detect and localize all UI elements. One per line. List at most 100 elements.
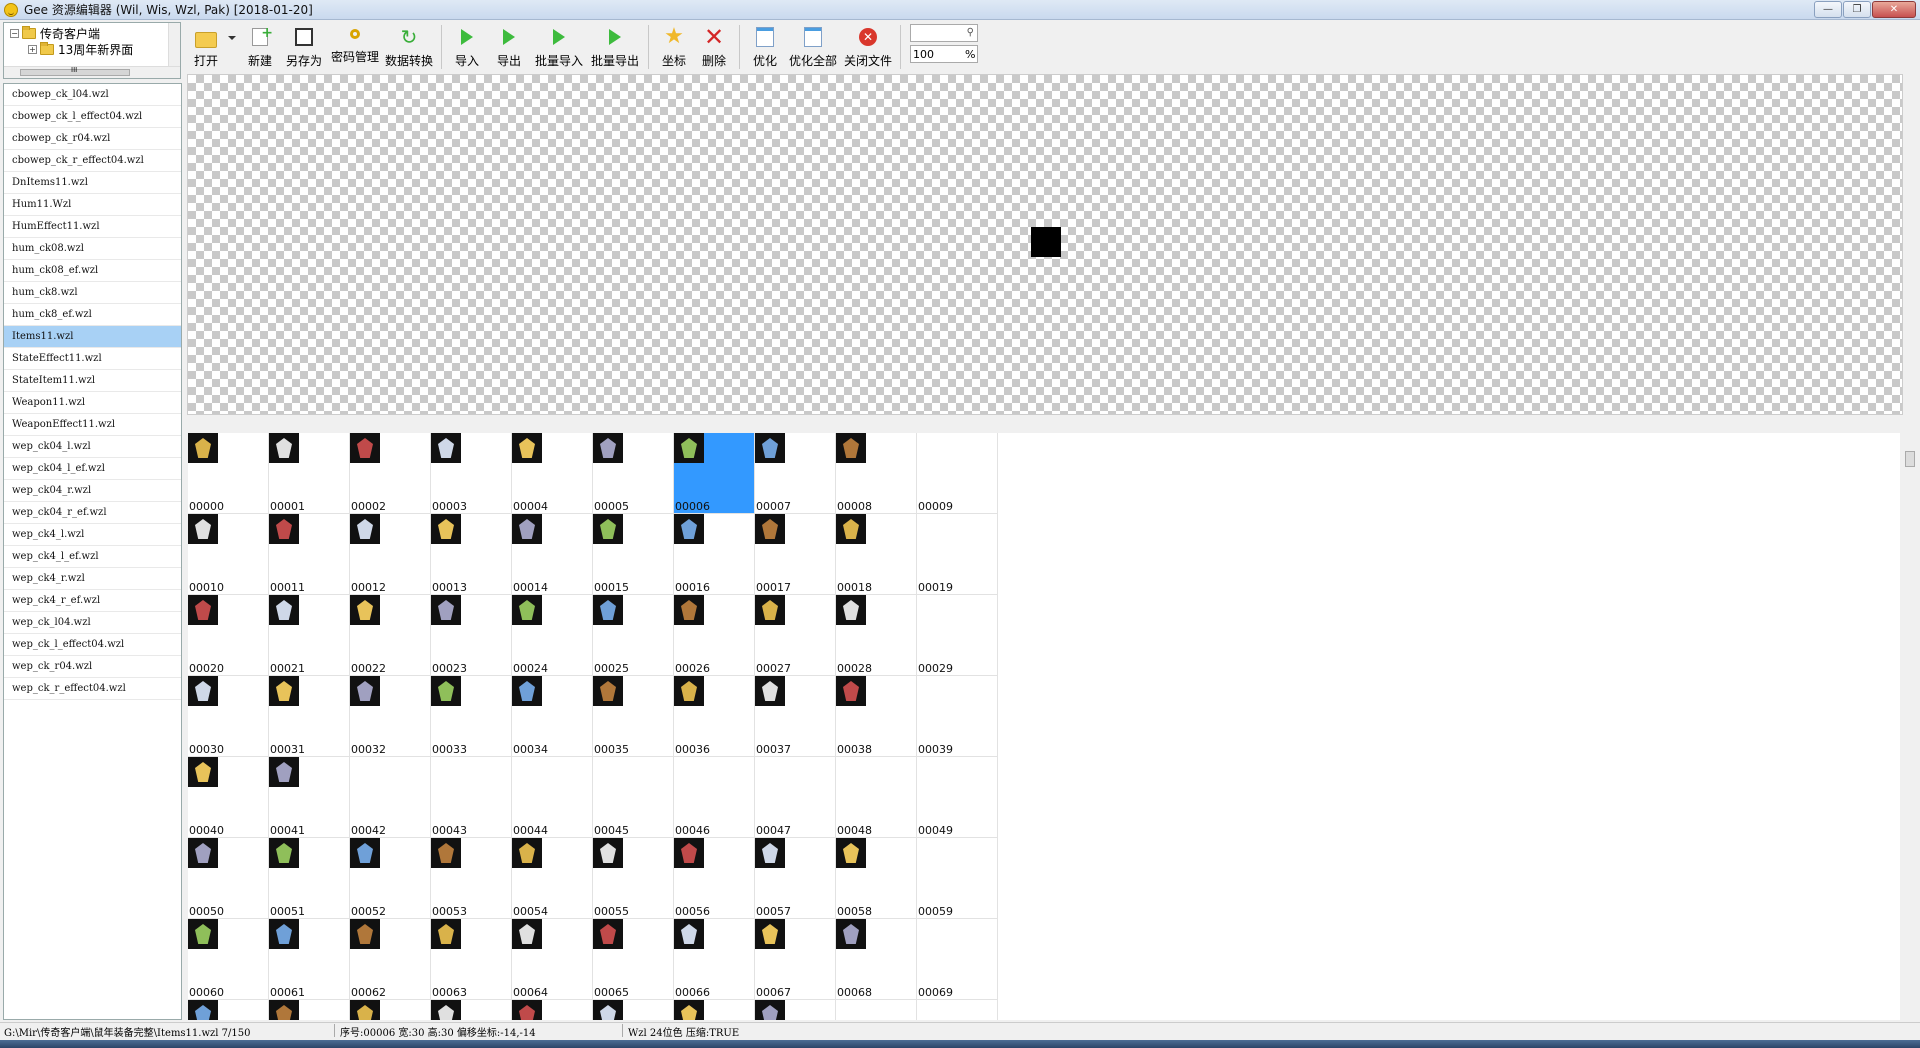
thumbnail-cell[interactable]: 00022 <box>350 595 431 676</box>
file-list-item[interactable]: wep_ck4_r.wzl <box>4 568 181 590</box>
thumbnail-cell[interactable]: 00018 <box>836 514 917 595</box>
thumbnail-cell[interactable] <box>917 1000 998 1020</box>
delete-button[interactable]: ✕ 删除 <box>694 22 734 72</box>
close-file-button[interactable]: ✕ 关闭文件 <box>841 22 895 72</box>
tree-node-child[interactable]: + 13周年新界面 <box>28 41 133 57</box>
thumbnail-cell[interactable]: 00029 <box>917 595 998 676</box>
thumbnail-cell[interactable]: 00016 <box>674 514 755 595</box>
file-list-item[interactable]: wep_ck04_r_ef.wzl <box>4 502 181 524</box>
thumbnail-cell[interactable]: 00069 <box>917 919 998 1000</box>
thumbnail-cell[interactable]: 00014 <box>512 514 593 595</box>
thumbnail-cell[interactable]: 00051 <box>269 838 350 919</box>
import-button[interactable]: 导入 <box>447 22 487 72</box>
file-list-item[interactable]: HumEffect11.wzl <box>4 216 181 238</box>
optimize-button[interactable]: 优化 <box>745 22 785 72</box>
thumbnail-cell[interactable]: 00061 <box>269 919 350 1000</box>
thumbnail-cell[interactable]: 00040 <box>188 757 269 838</box>
file-list-item[interactable]: cbowep_ck_r_effect04.wzl <box>4 150 181 172</box>
thumbnail-cell[interactable] <box>674 1000 755 1020</box>
grid-scroll-thumb[interactable] <box>1905 451 1915 467</box>
export-button[interactable]: 导出 <box>487 22 531 72</box>
grid-vertical-scrollbar[interactable] <box>1904 433 1916 1020</box>
expand-icon[interactable]: + <box>28 44 37 54</box>
thumbnail-cell[interactable]: 00039 <box>917 676 998 757</box>
coords-button[interactable]: ★ 坐标 <box>654 22 694 72</box>
thumbnail-cell[interactable]: 00020 <box>188 595 269 676</box>
thumbnail-cell[interactable]: 00053 <box>431 838 512 919</box>
thumbnail-cell[interactable]: 00062 <box>350 919 431 1000</box>
thumbnail-cell[interactable]: 00049 <box>917 757 998 838</box>
thumbnail-cell[interactable] <box>350 1000 431 1020</box>
file-list-item[interactable]: hum_ck8.wzl <box>4 282 181 304</box>
thumbnail-cell[interactable]: 00057 <box>755 838 836 919</box>
thumbnail-cell[interactable]: 00000 <box>188 433 269 514</box>
search-input[interactable]: ⚲ <box>910 24 978 42</box>
thumbnail-cell[interactable] <box>836 1000 917 1020</box>
thumbnail-cell[interactable]: 00019 <box>917 514 998 595</box>
convert-button[interactable]: ↻ 数据转换 <box>382 22 436 72</box>
file-list-item[interactable]: Weapon11.wzl <box>4 392 181 414</box>
file-list-item[interactable]: hum_ck8_ef.wzl <box>4 304 181 326</box>
thumbnail-cell[interactable]: 00012 <box>350 514 431 595</box>
thumbnail-cell[interactable]: 00055 <box>593 838 674 919</box>
thumbnail-cell[interactable]: 00067 <box>755 919 836 1000</box>
thumbnail-cell[interactable] <box>755 1000 836 1020</box>
thumbnail-cell[interactable]: 00066 <box>674 919 755 1000</box>
zoom-field[interactable]: % <box>910 45 978 63</box>
thumbnail-cell[interactable]: 00024 <box>512 595 593 676</box>
thumbnail-cell[interactable]: 00031 <box>269 676 350 757</box>
file-list-item[interactable]: hum_ck08_ef.wzl <box>4 260 181 282</box>
thumbnail-cell[interactable]: 00025 <box>593 595 674 676</box>
batch-export-button[interactable]: 批量导出 <box>587 22 643 72</box>
minimize-button[interactable]: — <box>1814 1 1842 18</box>
thumbnail-cell[interactable]: 00059 <box>917 838 998 919</box>
thumbnail-cell[interactable]: 00017 <box>755 514 836 595</box>
thumbnail-cell[interactable]: 00005 <box>593 433 674 514</box>
thumbnail-cell[interactable]: 00007 <box>755 433 836 514</box>
thumbnail-cell[interactable]: 00044 <box>512 757 593 838</box>
thumbnail-cell[interactable]: 00035 <box>593 676 674 757</box>
thumbnail-cell[interactable]: 00043 <box>431 757 512 838</box>
thumbnail-cell[interactable]: 00058 <box>836 838 917 919</box>
file-list-item[interactable]: wep_ck04_r.wzl <box>4 480 181 502</box>
thumbnail-cell[interactable]: 00013 <box>431 514 512 595</box>
file-list-item[interactable]: wep_ck4_r_ef.wzl <box>4 590 181 612</box>
search-icon[interactable]: ⚲ <box>967 27 974 38</box>
thumbnail-cell[interactable]: 00046 <box>674 757 755 838</box>
thumbnail-cell[interactable]: 00027 <box>755 595 836 676</box>
thumbnail-cell[interactable]: 00021 <box>269 595 350 676</box>
batch-import-button[interactable]: 批量导入 <box>531 22 587 72</box>
file-list-item[interactable]: StateEffect11.wzl <box>4 348 181 370</box>
collapse-icon[interactable]: − <box>10 28 19 38</box>
file-list-item[interactable]: wep_ck04_l.wzl <box>4 436 181 458</box>
thumbnail-cell[interactable]: 00065 <box>593 919 674 1000</box>
thumbnail-cell[interactable]: 00048 <box>836 757 917 838</box>
thumbnail-cell[interactable]: 00047 <box>755 757 836 838</box>
tree-node-root[interactable]: − 传奇客户端 <box>10 25 100 41</box>
thumbnail-cell[interactable]: 00038 <box>836 676 917 757</box>
thumbnail-cell[interactable]: 00037 <box>755 676 836 757</box>
file-list-item[interactable]: cbowep_ck_l04.wzl <box>4 84 181 106</box>
thumbnail-cell[interactable]: 00033 <box>431 676 512 757</box>
preview-horizontal-scrollbar[interactable] <box>187 415 1903 427</box>
thumbnail-cell[interactable]: 00032 <box>350 676 431 757</box>
file-list-item[interactable]: wep_ck_l_effect04.wzl <box>4 634 181 656</box>
thumbnail-cell[interactable]: 00068 <box>836 919 917 1000</box>
save-as-button[interactable]: 另存为 <box>280 22 328 72</box>
folder-tree[interactable]: − 传奇客户端 + 13周年新界面 III <box>3 22 181 79</box>
tree-horizontal-scrollbar[interactable]: III <box>4 66 180 78</box>
thumbnail-cell[interactable]: 00008 <box>836 433 917 514</box>
maximize-button[interactable]: ❐ <box>1843 1 1871 18</box>
file-list-item[interactable]: StateItem11.wzl <box>4 370 181 392</box>
file-list-item[interactable]: wep_ck4_l.wzl <box>4 524 181 546</box>
thumbnail-cell[interactable]: 00002 <box>350 433 431 514</box>
thumbnail-cell[interactable] <box>593 1000 674 1020</box>
thumbnail-cell[interactable]: 00041 <box>269 757 350 838</box>
thumbnail-cell[interactable]: 00023 <box>431 595 512 676</box>
tree-vertical-scrollbar[interactable] <box>168 23 180 68</box>
thumbnail-cell[interactable] <box>512 1000 593 1020</box>
thumbnail-cell[interactable]: 00042 <box>350 757 431 838</box>
thumbnail-cell[interactable]: 00026 <box>674 595 755 676</box>
thumbnail-cell[interactable] <box>269 1000 350 1020</box>
thumbnail-cell[interactable]: 00015 <box>593 514 674 595</box>
